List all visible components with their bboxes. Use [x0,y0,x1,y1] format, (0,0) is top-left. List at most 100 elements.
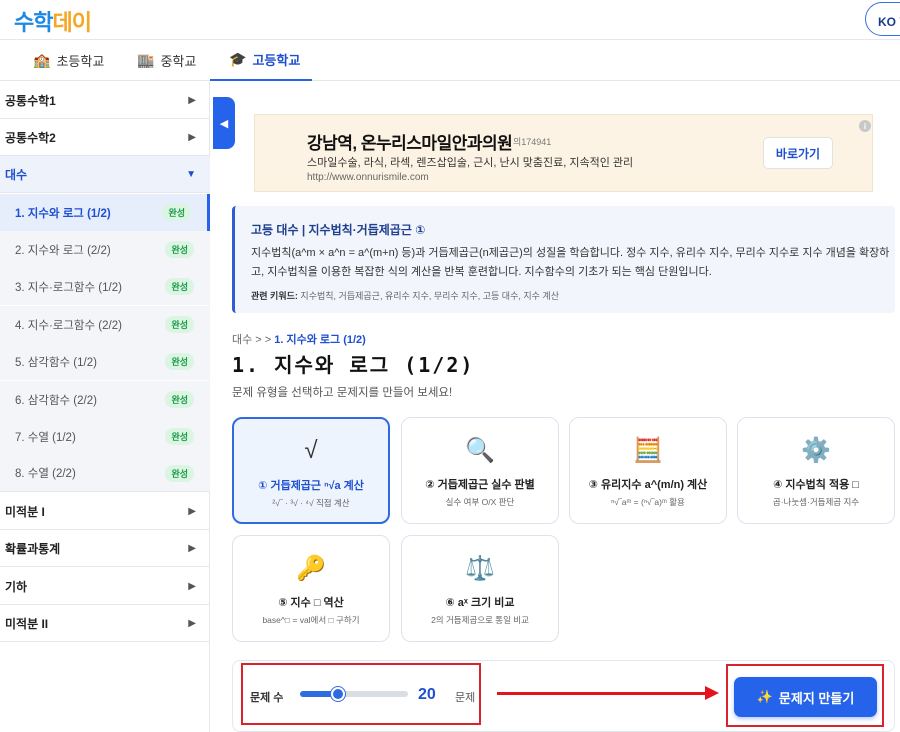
keywords-label: 관련 키워드: [251,291,298,301]
language-button[interactable]: KO 한 [865,2,900,36]
building-icon: 🏬 [137,52,155,68]
card-subtitle: ⁿ√‾aᵐ = (ⁿ√‾a)ᵐ 활용 [611,497,685,507]
sidebar-item-label: 4. 지수·로그함수 (2/2) [15,319,122,332]
sidebar-item-label: 7. 수열 (1/2) [15,431,76,444]
school-icon: 🏫 [33,52,51,68]
tab-high[interactable]: 🎓 고등학교 [210,40,312,81]
ad-url: http://www.onnurismile.com [307,172,429,183]
sidebar-item[interactable]: 1. 지수와 로그 (1/2) 완성 [0,194,210,231]
tab-label: 중학교 [160,54,197,69]
page-title: 1. 지수와 로그 (1/2) [232,353,475,377]
unit-keywords: 관련 키워드: 지수법칙, 거듭제곱근, 유리수 지수, 무리수 지수, 고등 … [251,289,559,302]
sidebar-item-label: 1. 지수와 로그 (1/2) [15,207,111,220]
chevron-right-icon: ▶ [188,131,196,143]
sidebar-category-probability[interactable]: 확률과통계 ▶ [0,530,210,567]
top-header: 수학데이 KO 한 [0,0,900,40]
ad-title: 강남역, 온누리스마일안과의원 [307,134,513,153]
sidebar-category-geometry[interactable]: 기하 ▶ [0,568,210,605]
sidebar-category-calculus-1[interactable]: 미적분 I ▶ [0,493,210,530]
status-badge: 완성 [165,353,194,370]
balance-scale-icon: ⚖️ [465,555,495,582]
sidebar-item[interactable]: 7. 수열 (1/2) 완성 [0,418,210,455]
card-title: ① 거듭제곱근 ⁿ√a 계산 [258,480,364,492]
sidebar-item[interactable]: 3. 지수·로그함수 (1/2) 완성 [0,268,210,305]
logo[interactable]: 수학데이 [14,5,92,37]
page-subtitle: 문제 유형을 선택하고 문제지를 만들어 보세요! [232,387,453,399]
sparkle-icon: ✨ [756,689,773,704]
category-label: 공통수학1 [5,93,56,108]
category-label: 확률과통계 [5,541,61,556]
sidebar-item[interactable]: 2. 지수와 로그 (2/2) 완성 [0,231,210,268]
card-title: ⑤ 지수 □ 역산 [278,597,344,609]
problem-type-card[interactable]: √ ① 거듭제곱근 ⁿ√a 계산 ²√‾ · ³√ · ⁴√ 직접 계산 [232,417,390,524]
breadcrumb: 대수 > > 1. 지수와 로그 (1/2) [232,331,366,347]
logo-accent: 데이 [52,10,91,35]
keywords-text: 지수법칙, 거듭제곱근, 유리수 지수, 무리수 지수, 고등 대수, 지수 계… [300,291,559,301]
sidebar-item-label: 8. 수열 (2/2) [15,468,76,480]
sqrt-icon: √ [304,437,318,464]
logo-main: 수학 [14,10,53,35]
status-badge: 완성 [165,428,194,445]
sidebar-category-common-math-1[interactable]: 공통수학1 ▶ [0,82,210,119]
sidebar-category-algebra[interactable]: 대수 ▼ [0,156,210,193]
highlight-box-count [241,663,481,725]
abacus-icon: 🧮 [633,437,663,464]
card-subtitle: 실수 여부 O/X 판단 [445,497,515,507]
problem-type-card[interactable]: 🧮 ③ 유리지수 a^(m/n) 계산 ⁿ√‾aᵐ = (ⁿ√‾a)ᵐ 활용 [569,417,727,524]
ad-banner[interactable]: 강남역, 온누리스마일안과의원 의174941 스마일수술, 라식, 라섹, 렌… [254,114,873,192]
gear-icon: ⚙️ [801,437,831,464]
problem-type-card[interactable]: 🔑 ⑤ 지수 □ 역산 base^□ = val에서 □ 구하기 [232,535,390,642]
school-level-tabs: 🏫 초등학교 🏬 중학교 🎓 고등학교 [0,40,900,81]
problem-type-card[interactable]: 🔍 ② 거듭제곱근 실수 판별 실수 여부 O/X 판단 [401,417,559,524]
card-title: ③ 유리지수 a^(m/n) 계산 [588,479,708,491]
card-subtitle: 2의 거듭제곱으로 통일 비교 [431,615,529,625]
sidebar-item[interactable]: 6. 삼각함수 (2/2) 완성 [0,381,210,418]
sidebar-item-label: 3. 지수·로그함수 (1/2) [15,281,122,294]
ad-visit-button[interactable]: 바로가기 [763,137,833,169]
card-title: ② 거듭제곱근 실수 판별 [425,479,535,491]
category-label: 공통수학2 [5,130,56,145]
status-badge: 완성 [165,391,194,408]
status-badge: 완성 [165,241,194,258]
sidebar-item[interactable]: 4. 지수·로그함수 (2/2) 완성 [0,306,210,343]
status-badge: 완성 [165,464,194,482]
chevron-right-icon: ▶ [188,94,196,106]
chevron-down-icon: ▼ [186,168,196,180]
problem-type-card[interactable]: ⚙️ ④ 지수법칙 적용 □ 곱·나눗셈·거듭제곱 지수 [737,417,895,524]
chevron-left-icon: ◀ [219,117,229,130]
chevron-right-icon: ▶ [188,580,196,592]
card-subtitle: 곱·나눗셈·거듭제곱 지수 [772,497,860,507]
breadcrumb-current: 1. 지수와 로그 (1/2) [274,334,366,346]
annotation-arrow [497,692,707,695]
category-label: 미적분 II [5,616,49,631]
card-subtitle: base^□ = val에서 □ 구하기 [262,615,360,625]
chevron-right-icon: ▶ [188,542,196,554]
breadcrumb-parent[interactable]: 대수 > > [232,334,271,346]
category-label: 대수 [5,167,28,182]
unit-info-card: 고등 대수 | 지수법칙·거듭제곱근 ① 지수법칙(a^m × a^n = a^… [232,206,895,313]
chevron-right-icon: ▶ [188,505,196,517]
ad-description: 스마일수술, 라식, 라섹, 렌즈삽입술, 근시, 난시 맞춤진료, 지속적인 … [307,157,634,169]
tab-middle[interactable]: 🏬 중학교 [137,40,196,81]
status-badge: 완성 [165,316,194,333]
card-title: ④ 지수법칙 적용 □ [773,479,859,491]
problem-type-card[interactable]: ⚖️ ⑥ aˣ 크기 비교 2의 거듭제곱으로 통일 비교 [401,535,559,642]
magnifier-icon: 🔍 [465,437,495,464]
sidebar-item[interactable]: 8. 수열 (2/2) 완성 [0,455,210,492]
sidebar-category-common-math-2[interactable]: 공통수학2 ▶ [0,119,210,156]
sidebar-category-calculus-2[interactable]: 미적분 II ▶ [0,605,210,642]
category-label: 기하 [5,579,28,594]
tab-elementary[interactable]: 🏫 초등학교 [33,40,104,81]
status-badge: 완성 [162,204,191,221]
sidebar-item[interactable]: 5. 삼각함수 (1/2) 완성 [0,343,210,380]
make-worksheet-button[interactable]: ✨ 문제지 만들기 [734,677,877,717]
card-title: ⑥ aˣ 크기 비교 [445,597,515,609]
annotation-arrow-head [705,686,719,700]
info-icon[interactable]: i [859,120,871,132]
chevron-right-icon: ▶ [188,617,196,629]
status-badge: 완성 [165,278,194,295]
sidebar-collapse-button[interactable]: ◀ [213,97,235,149]
ad-id: 의174941 [513,137,552,147]
sidebar-item-label: 2. 지수와 로그 (2/2) [15,244,111,257]
category-label: 미적분 I [5,504,45,519]
